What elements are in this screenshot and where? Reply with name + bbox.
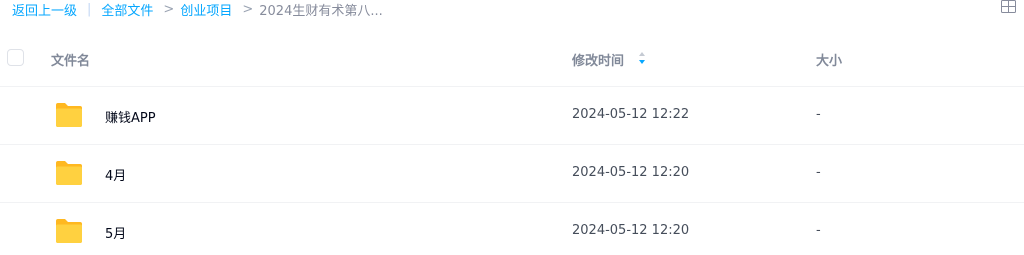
file-list-header: 文件名 修改时间 大小 (0, 38, 1024, 78)
column-header-modified[interactable]: 修改时间 (572, 50, 624, 69)
breadcrumb-all-files[interactable]: 全部文件 (101, 0, 153, 19)
file-name[interactable]: 赚钱APP (105, 107, 156, 126)
file-name[interactable]: 4月 (105, 165, 126, 184)
folder-icon (56, 103, 82, 127)
chevron-right-icon: > (163, 1, 175, 17)
folder-icon (56, 161, 82, 185)
sort-icon[interactable] (638, 51, 646, 65)
file-row[interactable]: 5月 2024-05-12 12:20 - (0, 202, 1024, 255)
modified-time: 2024-05-12 12:20 (572, 165, 690, 180)
chevron-right-icon: > (242, 1, 254, 17)
file-size: - (816, 107, 821, 122)
breadcrumb-startup-projects[interactable]: 创业项目 (180, 0, 232, 19)
breadcrumb: 返回上一级 | 全部文件 > 创业项目 > 2024生财有术第八... (12, 0, 383, 19)
file-name[interactable]: 5月 (105, 223, 126, 242)
grid-view-icon[interactable] (1001, 0, 1016, 13)
file-list-page: 返回上一级 | 全部文件 > 创业项目 > 2024生财有术第八... 文件名 … (0, 0, 1024, 255)
file-row[interactable]: 4月 2024-05-12 12:20 - (0, 144, 1024, 202)
column-header-name[interactable]: 文件名 (51, 50, 90, 69)
column-header-size[interactable]: 大小 (816, 50, 842, 69)
back-link[interactable]: 返回上一级 (12, 0, 77, 19)
breadcrumb-current: 2024生财有术第八... (259, 3, 383, 19)
file-size: - (816, 223, 821, 238)
file-size: - (816, 165, 821, 180)
folder-icon (56, 219, 82, 243)
modified-time: 2024-05-12 12:22 (572, 107, 690, 122)
select-all-checkbox[interactable] (7, 49, 24, 66)
breadcrumb-divider: | (87, 1, 92, 17)
file-row[interactable]: 赚钱APP 2024-05-12 12:22 - (0, 86, 1024, 144)
modified-time: 2024-05-12 12:20 (572, 223, 690, 238)
